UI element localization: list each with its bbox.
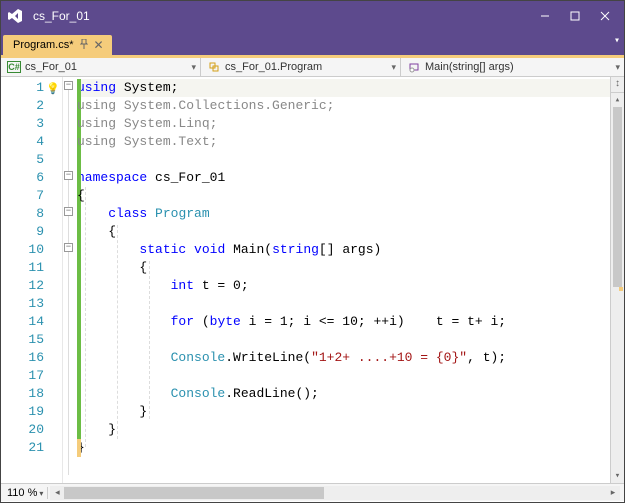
statusbar: 110 %▾ ◂ ▸ <box>1 483 624 501</box>
zoom-level[interactable]: 110 %▾ <box>3 487 48 499</box>
code-line[interactable]: } <box>77 403 624 421</box>
code-line[interactable] <box>77 295 624 313</box>
minimize-button[interactable] <box>530 1 560 31</box>
scrollbar-thumb[interactable] <box>613 107 622 287</box>
line-number: 15 <box>1 331 62 349</box>
scope-dropdown[interactable]: C# cs_For_01 ▾ <box>1 58 201 76</box>
line-number: 13 <box>1 295 62 313</box>
line-number: 19 <box>1 403 62 421</box>
class-icon <box>207 61 221 73</box>
line-number: 12 <box>1 277 62 295</box>
line-number: 8 <box>1 205 62 223</box>
code-line[interactable]: { <box>77 223 624 241</box>
line-number: 17 <box>1 367 62 385</box>
code-line[interactable]: using System; <box>77 79 624 97</box>
chevron-down-icon: ▾ <box>191 62 196 73</box>
maximize-button[interactable] <box>560 1 590 31</box>
scroll-right-arrow[interactable]: ▸ <box>606 487 620 498</box>
code-line[interactable]: Console.WriteLine("1+2+ ....+10 = {0}", … <box>77 349 624 367</box>
code-line[interactable]: static void Main(string[] args) <box>77 241 624 259</box>
scope-label: cs_For_01 <box>25 61 77 73</box>
code-line[interactable]: for (byte i = 1; i <= 10; ++i) t = t+ i; <box>77 313 624 331</box>
code-line[interactable]: using System.Text; <box>77 133 624 151</box>
fold-toggle[interactable]: − <box>64 243 73 252</box>
line-number: 1💡 <box>1 79 62 97</box>
line-number: 7 <box>1 187 62 205</box>
line-number: 4 <box>1 133 62 151</box>
change-marker <box>619 287 623 291</box>
window-titlebar: cs_For_01 <box>1 1 624 31</box>
class-label: cs_For_01.Program <box>225 61 322 73</box>
line-number: 14 <box>1 313 62 331</box>
navigation-bar: C# cs_For_01 ▾ cs_For_01.Program ▾ Main(… <box>1 55 624 77</box>
scroll-down-arrow[interactable]: ▾ <box>611 469 624 483</box>
line-number: 20 <box>1 421 62 439</box>
outline-margin: − − − − <box>63 77 77 483</box>
line-number: 16 <box>1 349 62 367</box>
code-line[interactable]: } <box>77 439 624 457</box>
class-dropdown[interactable]: cs_For_01.Program ▾ <box>201 58 401 76</box>
member-label: Main(string[] args) <box>425 61 514 73</box>
chevron-down-icon: ▾ <box>615 62 620 73</box>
line-number: 10 <box>1 241 62 259</box>
pin-icon[interactable] <box>80 39 88 52</box>
code-line[interactable]: { <box>77 259 624 277</box>
line-number: 21 <box>1 439 62 457</box>
line-number: 9 <box>1 223 62 241</box>
vs-logo-icon <box>5 6 25 26</box>
vertical-scrollbar[interactable]: ▴ ▾ <box>610 93 624 483</box>
code-line[interactable]: Console.ReadLine(); <box>77 385 624 403</box>
horizontal-scrollbar[interactable]: ◂ ▸ <box>50 486 620 500</box>
tab-program-cs[interactable]: Program.cs* ✕ <box>3 35 112 55</box>
fold-toggle[interactable]: − <box>64 207 73 216</box>
tabbar: Program.cs* ✕ ▾ <box>1 31 624 55</box>
code-area[interactable]: using System; using System.Collections.G… <box>77 77 624 483</box>
code-editor[interactable]: 1💡 2 3 4 5 6 7 8 9 10 11 12 13 14 15 16 … <box>1 77 624 483</box>
fold-toggle[interactable]: − <box>64 81 73 90</box>
code-line[interactable] <box>77 151 624 169</box>
chevron-down-icon: ▾ <box>391 62 396 73</box>
line-number-gutter: 1💡 2 3 4 5 6 7 8 9 10 11 12 13 14 15 16 … <box>1 77 63 483</box>
fold-toggle[interactable]: − <box>64 171 73 180</box>
code-line[interactable]: { <box>77 187 624 205</box>
method-icon <box>407 61 421 73</box>
member-dropdown[interactable]: Main(string[] args) ▾ <box>401 58 624 76</box>
code-line[interactable]: namespace cs_For_01 <box>77 169 624 187</box>
code-line[interactable]: using System.Collections.Generic; <box>77 97 624 115</box>
code-line[interactable]: class Program <box>77 205 624 223</box>
line-number: 2 <box>1 97 62 115</box>
close-button[interactable] <box>590 1 620 31</box>
scrollbar-thumb[interactable] <box>64 487 324 499</box>
code-line[interactable] <box>77 367 624 385</box>
scroll-left-arrow[interactable]: ◂ <box>50 487 64 498</box>
scrollbar-track[interactable] <box>611 107 624 469</box>
line-number: 5 <box>1 151 62 169</box>
window-title: cs_For_01 <box>33 9 530 23</box>
tab-overflow-dropdown[interactable]: ▾ <box>614 35 620 47</box>
csharp-project-icon: C# <box>7 61 21 73</box>
line-number: 3 <box>1 115 62 133</box>
code-line[interactable]: } <box>77 421 624 439</box>
split-view-button[interactable]: ↕ <box>610 77 624 93</box>
code-line[interactable]: using System.Linq; <box>77 115 624 133</box>
line-number: 6 <box>1 169 62 187</box>
tab-close-icon[interactable]: ✕ <box>94 38 104 52</box>
scroll-up-arrow[interactable]: ▴ <box>611 93 624 107</box>
line-number: 18 <box>1 385 62 403</box>
line-number: 11 <box>1 259 62 277</box>
tab-label: Program.cs* <box>13 39 74 51</box>
code-line[interactable] <box>77 331 624 349</box>
code-line[interactable]: int t = 0; <box>77 277 624 295</box>
